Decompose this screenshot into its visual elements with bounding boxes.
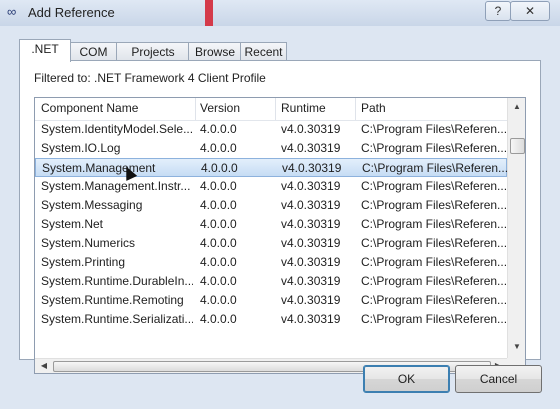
path-cell: C:\Program Files\Referen... [361, 274, 506, 288]
column-header-runtime[interactable]: Runtime [281, 101, 326, 115]
path-cell: C:\Program Files\Referen... [361, 122, 506, 136]
path-cell: C:\Program Files\Referen... [361, 217, 506, 231]
column-divider[interactable] [195, 98, 196, 120]
vertical-scrollbar[interactable]: ▲ ▼ [507, 98, 525, 358]
table-row[interactable]: System.Runtime.DurableIn... 4.0.0.0 v4.0.3… [35, 272, 507, 291]
table-row[interactable]: System.Printing 4.0.0.0 v4.0.30319 C:\Progr… [35, 253, 507, 272]
column-header-name[interactable]: Component Name [41, 101, 138, 115]
version-cell: 4.0.0.0 [200, 236, 237, 250]
path-cell: C:\Program Files\Referen... [361, 236, 506, 250]
vertical-scroll-thumb[interactable] [510, 138, 525, 154]
component-name-cell: System.Printing [41, 255, 126, 269]
scroll-left-icon[interactable]: ◀ [35, 361, 53, 370]
help-button[interactable]: ? [485, 1, 511, 21]
runtime-cell: v4.0.30319 [281, 141, 341, 155]
version-cell: 4.0.0.0 [200, 122, 237, 136]
column-header-version[interactable]: Version [200, 101, 240, 115]
runtime-cell: v4.0.30319 [281, 312, 341, 326]
component-name-cell: System.Management [42, 161, 156, 175]
version-cell: 4.0.0.0 [200, 179, 237, 193]
component-name-cell: System.Runtime.Serializati... [41, 312, 193, 326]
runtime-cell: v4.0.30319 [281, 236, 341, 250]
table-row[interactable]: System.Runtime.Serializati... 4.0.0.0 v4.0… [35, 310, 507, 329]
path-cell: C:\Program Files\Referen... [361, 141, 506, 155]
close-button[interactable]: ✕ [510, 1, 550, 21]
path-cell: C:\Program Files\Referen... [361, 179, 506, 193]
runtime-cell: v4.0.30319 [282, 161, 342, 175]
table-row[interactable]: System.Management.Instr... 4.0.0.0 v4.0.30… [35, 177, 507, 196]
component-name-cell: System.Management.Instr... [41, 179, 191, 193]
column-divider[interactable] [355, 98, 356, 120]
runtime-cell: v4.0.30319 [281, 274, 341, 288]
dialog-body: .NET COM Projects Browse Recent Filtered… [0, 26, 560, 409]
path-cell: C:\Program Files\Referen... [361, 293, 506, 307]
version-cell: 4.0.0.0 [201, 161, 238, 175]
runtime-cell: v4.0.30319 [281, 293, 341, 307]
component-name-cell: System.IdentityModel.Sele... [41, 122, 193, 136]
tab-panel: Filtered to: .NET Framework 4 Client Pro… [19, 60, 541, 374]
version-cell: 4.0.0.0 [200, 217, 237, 231]
runtime-cell: v4.0.30319 [281, 217, 341, 231]
list-header: Component Name Version Runtime Path [35, 98, 507, 121]
list-rows: System.IdentityModel.Sele... 4.0.0.0 v4.0.… [35, 120, 507, 358]
table-row[interactable]: System.Net 4.0.0.0 v4.0.30319 C:\Program Fi… [35, 215, 507, 234]
tab-recent[interactable]: Recent [240, 42, 287, 61]
scroll-up-icon[interactable]: ▲ [508, 102, 525, 111]
column-header-path[interactable]: Path [361, 101, 386, 115]
version-cell: 4.0.0.0 [200, 255, 237, 269]
component-name-cell: System.Numerics [41, 236, 136, 250]
table-row[interactable]: System.Messaging 4.0.0.0 v4.0.30319 C:\Prog… [35, 196, 507, 215]
component-name-cell: System.Runtime.DurableIn... [41, 274, 193, 288]
tab-projects[interactable]: Projects [116, 42, 190, 61]
table-row[interactable]: System.IO.Log 4.0.0.0 v4.0.30319 C:\Program… [35, 139, 507, 158]
path-cell: C:\Program Files\Referen... [361, 312, 506, 326]
scroll-down-icon[interactable]: ▼ [508, 342, 525, 351]
component-name-cell: System.Runtime.Remoting [41, 293, 184, 307]
path-cell: C:\Program Files\Referen... [361, 198, 506, 212]
component-name-cell: System.Net [41, 217, 104, 231]
component-name-cell: System.IO.Log [41, 141, 121, 155]
column-divider[interactable] [275, 98, 276, 120]
runtime-cell: v4.0.30319 [281, 198, 341, 212]
runtime-cell: v4.0.30319 [281, 255, 341, 269]
tab-com[interactable]: COM [69, 42, 118, 61]
path-cell: C:\Program Files\Referen... [362, 161, 507, 175]
table-row[interactable]: System.IdentityModel.Sele... 4.0.0.0 v4.0.… [35, 120, 507, 139]
table-row[interactable]: System.Management 4.0.0.0 v4.0.30319 C:\Pro… [35, 158, 507, 177]
version-cell: 4.0.0.0 [200, 198, 237, 212]
table-row[interactable]: System.Runtime.Remoting 4.0.0.0 v4.0.30319… [35, 291, 507, 310]
component-name-cell: System.Messaging [41, 198, 143, 212]
runtime-cell: v4.0.30319 [281, 179, 341, 193]
cancel-button[interactable]: Cancel [455, 365, 542, 393]
table-row[interactable]: System.Numerics 4.0.0.0 v4.0.30319 C:\Progr… [35, 234, 507, 253]
references-icon: ∞ [7, 4, 17, 19]
ok-button[interactable]: OK [363, 365, 450, 393]
filter-label: Filtered to: .NET Framework 4 Client Pro… [34, 71, 266, 85]
version-cell: 4.0.0.0 [200, 141, 237, 155]
version-cell: 4.0.0.0 [200, 293, 237, 307]
version-cell: 4.0.0.0 [200, 274, 237, 288]
window-title: Add Reference [28, 5, 115, 20]
runtime-cell: v4.0.30319 [281, 122, 341, 136]
title-bar[interactable]: ∞ Add Reference ? ✕ [0, 0, 560, 27]
tab-net[interactable]: .NET [19, 39, 71, 62]
version-cell: 4.0.0.0 [200, 312, 237, 326]
tab-browse[interactable]: Browse [188, 42, 242, 61]
background-window-edge [205, 0, 213, 26]
path-cell: C:\Program Files\Referen... [361, 255, 506, 269]
component-list[interactable]: Component Name Version Runtime Path Syst… [34, 97, 526, 374]
